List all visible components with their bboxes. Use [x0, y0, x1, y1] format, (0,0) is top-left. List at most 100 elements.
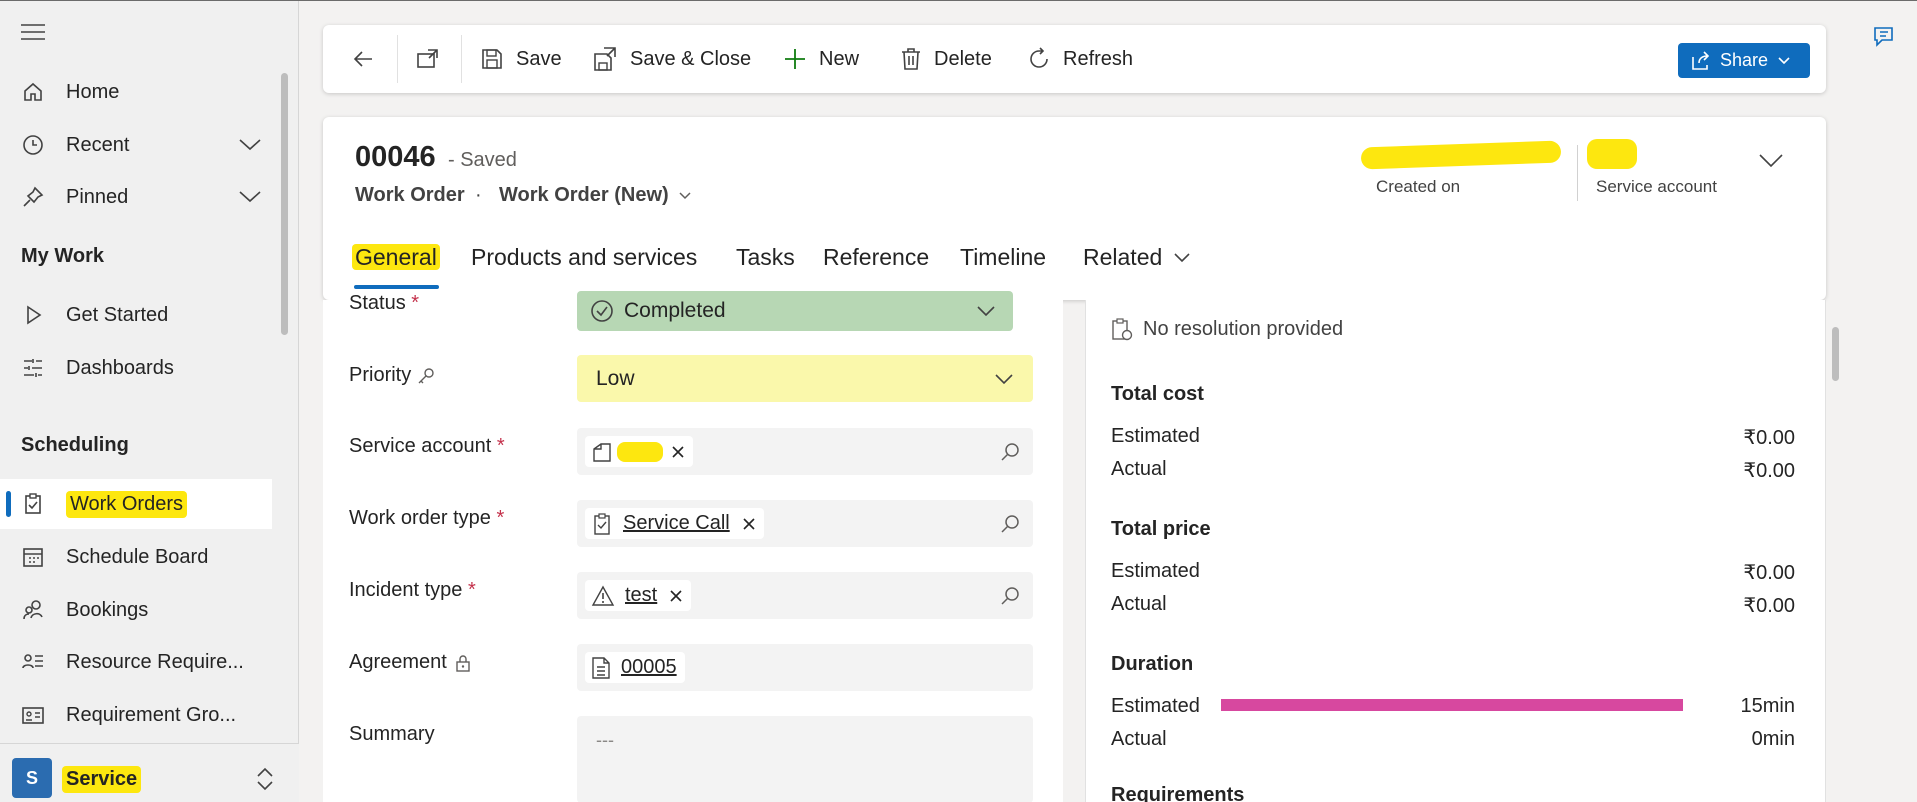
total-price-estimated-row: Estimated ₹0.00	[1111, 560, 1795, 585]
share-icon	[1690, 50, 1712, 71]
row-value: 15min	[1740, 695, 1795, 717]
remove-icon[interactable]	[669, 589, 683, 603]
share-button[interactable]: Share	[1678, 43, 1810, 78]
save-close-icon	[592, 46, 618, 72]
summary-textarea[interactable]: ---	[577, 716, 1033, 802]
resolution-text: No resolution provided	[1143, 317, 1344, 340]
label-text: Priority	[349, 364, 412, 386]
redacted-account-name	[617, 441, 663, 462]
form-selector[interactable]: Work Order (New)	[499, 184, 691, 207]
delete-label: Delete	[934, 47, 992, 70]
chat-icon[interactable]	[1872, 25, 1898, 49]
chevron-down-icon[interactable]	[238, 134, 262, 154]
sidebar-item-get-started[interactable]: Get Started	[0, 290, 272, 340]
clock-icon	[20, 132, 46, 158]
tab-products-and-services[interactable]: Products and services	[471, 244, 697, 271]
save-and-close-button[interactable]: Save & Close	[592, 25, 751, 93]
sidebar-item-schedule-board[interactable]: Schedule Board	[0, 532, 272, 582]
total-price-actual-row: Actual ₹0.00	[1111, 593, 1795, 618]
tab-tasks[interactable]: Tasks	[736, 244, 795, 271]
work-order-type-lookup[interactable]: Service Call	[577, 500, 1033, 547]
sidebar-item-recent[interactable]: Recent	[0, 120, 272, 170]
tab-reference[interactable]: Reference	[823, 244, 929, 271]
requirements-title: Requirements	[1111, 784, 1245, 802]
row-label: Actual	[1111, 593, 1167, 615]
new-label: New	[819, 47, 860, 70]
agreement-link[interactable]: 00005	[621, 656, 677, 679]
panel-scrollbar[interactable]	[1832, 327, 1839, 381]
sidebar-navigation: Home Recent Pinned My Work Get Started D…	[0, 1, 299, 802]
label-text: Status	[349, 292, 406, 314]
sidebar-item-label: Work Orders	[66, 490, 187, 518]
status-select[interactable]: Completed	[577, 291, 1013, 331]
tab-label: General	[352, 244, 440, 270]
record-save-status: - Saved	[448, 149, 517, 171]
save-close-label: Save & Close	[630, 47, 752, 70]
priority-value: Low	[596, 366, 635, 390]
open-new-window-button[interactable]	[416, 25, 440, 93]
new-button[interactable]: New	[783, 25, 859, 93]
duration-estimated-bar	[1221, 699, 1683, 711]
label-text: Work order type	[349, 507, 491, 529]
delete-button[interactable]: Delete	[900, 25, 992, 93]
work-order-type-link[interactable]: Service Call	[623, 512, 730, 535]
sidebar-item-home[interactable]: Home	[0, 67, 272, 117]
refresh-button[interactable]: Refresh	[1027, 25, 1133, 93]
sidebar-item-requirement-groups[interactable]: Requirement Gro...	[0, 690, 272, 740]
resolution-status: No resolution provided	[1111, 317, 1343, 341]
service-account-label: Service account	[1596, 177, 1717, 196]
search-icon[interactable]	[999, 441, 1021, 463]
remove-icon[interactable]	[671, 445, 685, 459]
sidebar-item-bookings[interactable]: Bookings	[0, 585, 272, 635]
redacted-service-account-value	[1587, 139, 1637, 169]
sidebar-item-dashboards[interactable]: Dashboards	[0, 343, 272, 393]
sidebar-item-resource-requirements[interactable]: Resource Require...	[0, 637, 272, 687]
sidebar-item-label: Home	[66, 80, 120, 103]
total-cost-actual-row: Actual ₹0.00	[1111, 458, 1795, 483]
account-icon	[591, 441, 613, 463]
form-name: Work Order (New)	[499, 184, 669, 206]
work-order-summary-panel: No resolution provided Total cost Estima…	[1085, 300, 1826, 802]
play-icon	[20, 302, 46, 328]
status-field-label: Status *	[349, 292, 419, 315]
share-label: Share	[1720, 50, 1769, 70]
row-label: Estimated	[1111, 695, 1200, 717]
pin-icon	[20, 184, 46, 210]
incident-type-chip[interactable]: test	[585, 580, 692, 611]
incident-type-lookup[interactable]: test	[577, 572, 1033, 619]
chevron-down-icon	[1174, 252, 1190, 263]
search-icon[interactable]	[999, 513, 1021, 535]
agreement-chip[interactable]: 00005	[585, 652, 685, 683]
separator-dot: ·	[475, 184, 482, 206]
sidebar-item-pinned[interactable]: Pinned	[0, 172, 272, 222]
entity-name: Work Order	[355, 184, 465, 206]
tab-general[interactable]: General	[352, 244, 440, 271]
sidebar-item-work-orders[interactable]: Work Orders	[0, 479, 272, 529]
search-icon[interactable]	[999, 585, 1021, 607]
sidebar-item-label: Schedule Board	[66, 545, 209, 568]
lock-icon	[455, 654, 471, 672]
remove-icon[interactable]	[742, 517, 756, 531]
tab-timeline[interactable]: Timeline	[960, 244, 1046, 271]
clipboard-clock-icon	[1111, 317, 1133, 341]
hamburger-menu-icon[interactable]	[21, 23, 45, 41]
save-button[interactable]: Save	[480, 25, 562, 93]
summary-placeholder: ---	[596, 730, 614, 750]
service-account-chip[interactable]	[585, 436, 693, 467]
sidebar-scrollbar[interactable]	[281, 73, 288, 335]
back-button[interactable]	[351, 25, 375, 93]
arrow-left-icon	[351, 47, 375, 71]
service-account-lookup[interactable]	[577, 428, 1033, 475]
chevron-down-icon	[995, 373, 1013, 385]
area-switcher[interactable]: S Service	[0, 743, 299, 802]
incident-type-link[interactable]: test	[625, 584, 657, 607]
work-order-type-chip[interactable]: Service Call	[585, 508, 764, 539]
active-tab-indicator	[354, 285, 439, 289]
tab-related[interactable]: Related	[1083, 244, 1190, 271]
total-cost-estimated-row: Estimated ₹0.00	[1111, 425, 1795, 450]
document-icon	[591, 656, 611, 680]
chevron-down-icon[interactable]	[238, 186, 262, 206]
priority-select[interactable]: Low	[577, 355, 1033, 402]
header-expand-chevron-icon[interactable]	[1758, 153, 1784, 169]
area-avatar: S	[12, 758, 52, 798]
